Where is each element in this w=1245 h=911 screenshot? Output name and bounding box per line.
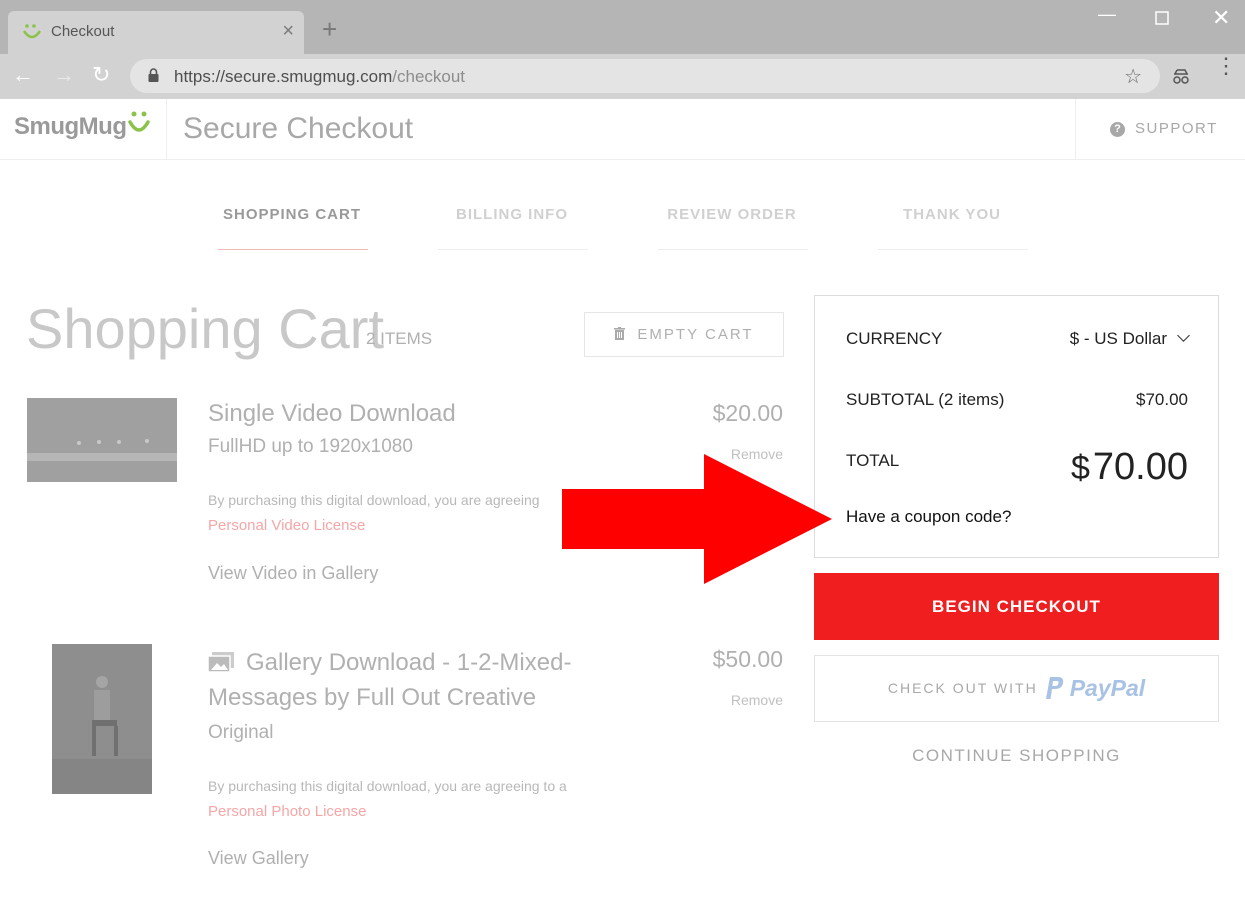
paypal-checkout-button[interactable]: CHECK OUT WITH PayPal bbox=[814, 655, 1219, 722]
license-note: By purchasing this digital download, you… bbox=[208, 492, 540, 508]
step-shopping-cart-underline bbox=[218, 249, 368, 250]
support-divider bbox=[1075, 99, 1076, 159]
bookmark-star-icon[interactable]: ☆ bbox=[1124, 64, 1142, 89]
video-thumbnail-image bbox=[27, 398, 177, 482]
total-amount: 70.00 bbox=[1092, 446, 1188, 488]
currency-select[interactable]: $ - US Dollar bbox=[1069, 329, 1190, 349]
address-bar[interactable]: https://secure.smugmug.com/checkout ☆ bbox=[130, 59, 1160, 93]
header-divider bbox=[166, 99, 167, 159]
support-label: SUPPORT bbox=[1135, 120, 1218, 137]
item-name[interactable]: Gallery Download - 1-2-Mixed- Messages by… bbox=[208, 645, 571, 715]
help-icon: ? bbox=[1110, 122, 1125, 137]
browser-tab[interactable]: Checkout × bbox=[8, 11, 304, 54]
empty-cart-button[interactable]: EMPTY CART bbox=[584, 312, 784, 357]
paypal-brand: PayPal bbox=[1069, 675, 1146, 701]
photo-thumbnail[interactable] bbox=[52, 644, 152, 794]
new-tab-icon[interactable]: + bbox=[322, 16, 337, 42]
cart-title: Shopping Cart bbox=[26, 297, 385, 360]
app-header: SmugMug Secure Checkout ? SUPPORT bbox=[0, 99, 1245, 160]
support-link[interactable]: ? SUPPORT bbox=[1110, 120, 1218, 137]
url-text: https://secure.smugmug.com/checkout bbox=[174, 67, 465, 87]
license-link[interactable]: Personal Photo License bbox=[208, 803, 366, 820]
step-review-order: REVIEW ORDER bbox=[667, 206, 797, 223]
subtotal-label: SUBTOTAL (2 items) bbox=[846, 390, 1005, 409]
subtotal-value: $70.00 bbox=[1136, 390, 1188, 409]
video-thumbnail[interactable] bbox=[27, 398, 177, 482]
gallery-icon bbox=[208, 652, 234, 672]
continue-shopping-link[interactable]: CONTINUE SHOPPING bbox=[814, 746, 1219, 766]
empty-cart-label: EMPTY CART bbox=[637, 326, 754, 343]
remove-item-link[interactable]: Remove bbox=[731, 692, 783, 708]
item-name-line2: Messages by Full Out Creative bbox=[208, 684, 537, 711]
license-note: By purchasing this digital download, you… bbox=[208, 778, 567, 794]
order-summary: CURRENCY $ - US Dollar SUBTOTAL (2 items… bbox=[814, 295, 1219, 558]
item-name-line1: Gallery Download - 1-2-Mixed- bbox=[246, 649, 572, 676]
paypal-icon bbox=[1045, 677, 1063, 699]
item-price: $20.00 bbox=[712, 400, 783, 426]
tab-title: Checkout bbox=[51, 23, 115, 40]
step-shopping-cart: SHOPPING CART bbox=[222, 206, 361, 223]
total-currency-symbol: $ bbox=[1070, 449, 1090, 487]
smugmug-smile-icon bbox=[128, 111, 150, 132]
trash-icon bbox=[614, 327, 626, 340]
reload-icon[interactable]: ↻ bbox=[92, 62, 110, 88]
browser-menu-icon[interactable]: ⋮ bbox=[1215, 55, 1237, 77]
close-window-icon[interactable]: ✕ bbox=[1212, 5, 1230, 31]
view-in-gallery-link[interactable]: View Video in Gallery bbox=[208, 563, 378, 584]
smugmug-logo[interactable]: SmugMug bbox=[14, 113, 127, 141]
photo-thumbnail-image bbox=[52, 644, 152, 794]
extension-icon[interactable] bbox=[1171, 66, 1191, 86]
currency-value: $ - US Dollar bbox=[1069, 329, 1167, 348]
paypal-prefix: CHECK OUT WITH bbox=[887, 680, 1038, 696]
step-review-order-underline bbox=[658, 249, 808, 250]
red-arrow-annotation bbox=[562, 454, 832, 584]
lock-icon bbox=[148, 68, 159, 82]
chevron-down-icon bbox=[1177, 329, 1190, 342]
smugmug-favicon-icon bbox=[22, 24, 42, 39]
item-subtitle: FullHD up to 1920x1080 bbox=[208, 436, 413, 457]
cart-item-count: 2 ITEMS bbox=[366, 329, 433, 348]
url-host: https://secure.smugmug.com bbox=[174, 67, 393, 86]
total-label: TOTAL bbox=[846, 451, 900, 470]
view-gallery-link[interactable]: View Gallery bbox=[208, 848, 309, 869]
coupon-code-link[interactable]: Have a coupon code? bbox=[846, 507, 1011, 527]
maximize-icon[interactable] bbox=[1155, 11, 1169, 25]
forward-icon[interactable]: → bbox=[53, 62, 75, 88]
license-link[interactable]: Personal Video License bbox=[208, 517, 365, 534]
step-thank-you: THANK YOU bbox=[903, 206, 1001, 223]
step-thank-you-underline bbox=[878, 249, 1028, 250]
back-icon[interactable]: ← bbox=[12, 62, 34, 88]
minimize-icon[interactable]: — bbox=[1098, 4, 1116, 25]
begin-checkout-button[interactable]: BEGIN CHECKOUT bbox=[814, 573, 1219, 640]
step-billing-info: BILLING INFO bbox=[456, 206, 568, 223]
url-path: /checkout bbox=[392, 67, 466, 86]
item-price: $50.00 bbox=[712, 646, 783, 672]
step-billing-info-underline bbox=[438, 249, 588, 250]
currency-label: CURRENCY bbox=[846, 329, 943, 348]
page-title: Secure Checkout bbox=[183, 112, 414, 145]
browser-toolbar: ← → ↻ https://secure.smugmug.com/checkou… bbox=[0, 54, 1245, 99]
total-value: $70.00 bbox=[1071, 446, 1188, 489]
item-subtitle: Original bbox=[208, 722, 274, 743]
browser-tab-bar: Checkout × + — ✕ bbox=[0, 0, 1245, 54]
item-name[interactable]: Single Video Download bbox=[208, 396, 456, 431]
tab-close-icon[interactable]: × bbox=[282, 20, 294, 43]
